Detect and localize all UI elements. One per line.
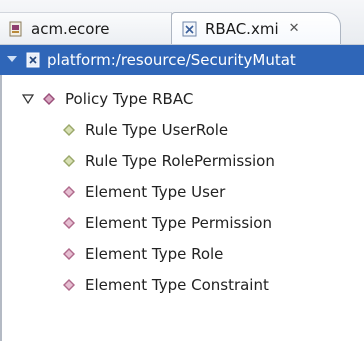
diamond-node-icon — [63, 217, 75, 229]
tree-root-label: platform:/resource/SecurityMutat — [47, 51, 296, 69]
diamond-node-icon — [63, 155, 75, 167]
tree-node-element-user[interactable]: Element Type User — [62, 178, 225, 206]
diamond-node-icon — [43, 93, 55, 105]
tab-acm-ecore[interactable]: acm.ecore — [0, 12, 172, 44]
ecore-file-icon — [9, 21, 22, 36]
tree-node-label: Element Type User — [85, 183, 226, 201]
tree-node-rule-rolepermission[interactable]: Rule Type RolePermission — [62, 147, 275, 175]
tree-node-label: Element Type Role — [85, 245, 224, 263]
expanded-triangle-icon[interactable] — [22, 93, 34, 105]
diamond-node-icon — [63, 279, 75, 291]
tree-node-rule-userrole[interactable]: Rule Type UserRole — [62, 116, 228, 144]
tree-node-element-role[interactable]: Element Type Role — [62, 240, 223, 268]
diamond-node-icon — [63, 186, 75, 198]
close-icon[interactable]: ✕ — [289, 21, 300, 36]
tree-node-label: Rule Type RolePermission — [85, 152, 275, 170]
tree-node-element-permission[interactable]: Element Type Permission — [62, 209, 272, 237]
tab-label: RBAC.xmi — [205, 19, 279, 38]
tree-node-label: Policy Type RBAC — [65, 90, 194, 108]
tab-rbac-xmi[interactable]: RBAC.xmi ✕ — [171, 12, 341, 44]
tree-node-policy[interactable]: Policy Type RBAC — [22, 85, 193, 113]
tree-node-label: Rule Type UserRole — [85, 121, 229, 139]
tree-node-label: Element Type Permission — [85, 214, 272, 232]
tree-node-element-constraint[interactable]: Element Type Constraint — [62, 271, 269, 299]
tree-root-resource[interactable]: platform:/resource/SecurityMutat — [0, 45, 364, 75]
diamond-node-icon — [63, 124, 75, 136]
diamond-node-icon — [63, 248, 75, 260]
tab-label: acm.ecore — [31, 19, 110, 38]
tree-node-label: Element Type Constraint — [85, 276, 269, 294]
resource-tree: platform:/resource/SecurityMutat Policy … — [0, 45, 364, 341]
xmi-file-icon — [182, 21, 197, 36]
editor-tab-bar: acm.ecore RBAC.xmi ✕ — [0, 0, 364, 45]
tree-guide-line — [0, 75, 2, 341]
resource-icon — [26, 52, 40, 68]
expanded-triangle-icon[interactable] — [6, 53, 18, 65]
